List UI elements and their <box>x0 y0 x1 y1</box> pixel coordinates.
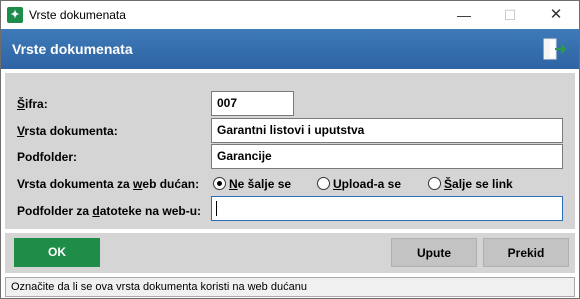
web-ducan-label: Vrsta dokumenta za web dućan: <box>17 177 200 191</box>
podfolder-label: Podfolder: <box>17 150 77 164</box>
title-bar[interactable]: ✦ Vrste dokumenata — ☐ ✕ <box>1 1 579 29</box>
app-icon: ✦ <box>7 7 23 23</box>
radio-upload-a-se-circle[interactable] <box>317 177 330 190</box>
status-bar: Označite da li se ova vrsta dokumenta ko… <box>5 277 575 297</box>
minimize-button[interactable]: — <box>441 1 487 29</box>
sifra-label: Šifra: <box>17 97 48 111</box>
header-title: Vrste dokumenata <box>12 41 133 57</box>
status-text: Označite da li se ova vrsta dokumenta ko… <box>11 281 307 293</box>
radio-upload-a-se-label[interactable]: Upload-a se <box>333 177 401 191</box>
radio-ne-salje-se-label[interactable]: Ne šalje se <box>229 177 291 191</box>
radio-salje-se-link-label[interactable]: Šalje se link <box>444 177 513 191</box>
podfolder-input[interactable]: Garancije <box>211 144 563 169</box>
web-podfolder-input[interactable] <box>211 196 563 221</box>
sifra-input[interactable]: 007 <box>211 91 294 116</box>
text-caret <box>216 201 217 217</box>
upute-button[interactable]: Upute <box>391 238 477 267</box>
vrsta-dokumenta-label: Vrsta dokumenta: <box>17 124 118 138</box>
exit-door-arrow-icon[interactable] <box>543 38 567 60</box>
maximize-button[interactable]: ☐ <box>487 1 533 29</box>
vrsta-dokumenta-input[interactable]: Garantni listovi i uputstva <box>211 118 563 143</box>
window-title: Vrste dokumenata <box>29 8 126 22</box>
web-podfolder-label: Podfolder za datoteke na web-u: <box>17 204 202 218</box>
dialog-window: ✦ Vrste dokumenata — ☐ ✕ Vrste dokumenat… <box>0 0 580 299</box>
radio-ne-salje-se-circle[interactable] <box>213 177 226 190</box>
close-button[interactable]: ✕ <box>533 1 579 29</box>
radio-salje-se-link-circle[interactable] <box>428 177 441 190</box>
prekid-button[interactable]: Prekid <box>483 238 569 267</box>
header-band: Vrste dokumenata <box>1 29 579 69</box>
ok-button[interactable]: OK <box>14 238 100 267</box>
